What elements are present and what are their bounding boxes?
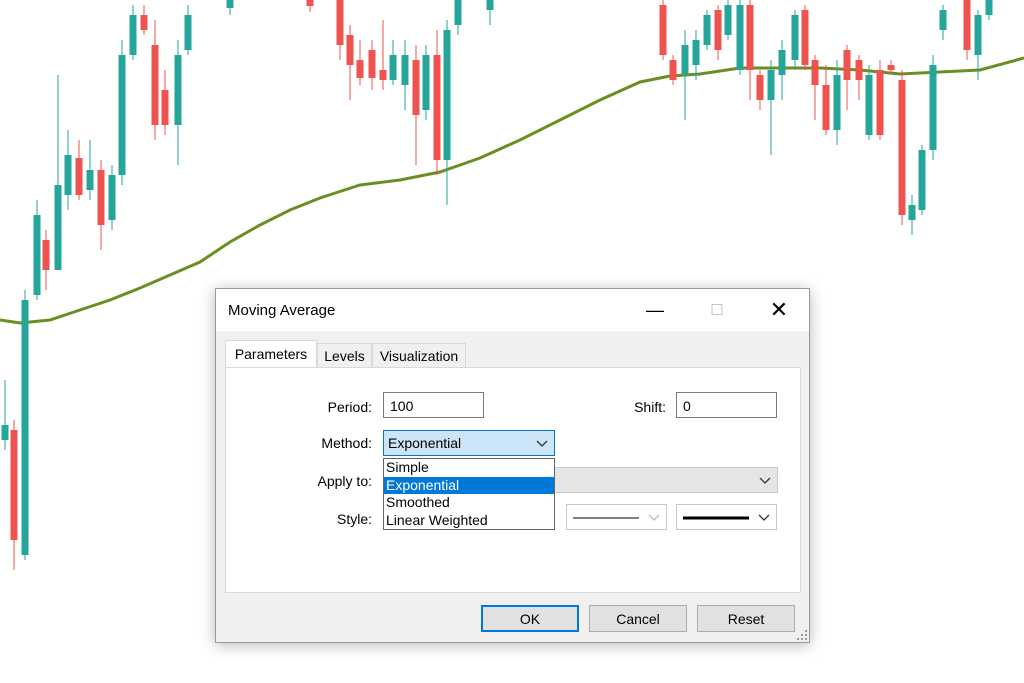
candlestick xyxy=(54,75,62,270)
method-label: Method: xyxy=(321,435,372,451)
candlestick xyxy=(161,70,169,135)
chevron-down-icon xyxy=(648,514,660,521)
candlestick xyxy=(368,40,376,90)
candlestick xyxy=(963,0,971,60)
candlestick xyxy=(151,20,159,140)
method-selected-value: Exponential xyxy=(388,435,462,451)
candlestick xyxy=(10,420,18,570)
candlestick xyxy=(33,200,41,300)
style-label: Style: xyxy=(336,511,372,527)
candlestick xyxy=(669,55,677,85)
candlestick xyxy=(746,0,754,100)
candlestick xyxy=(791,10,799,70)
candlestick xyxy=(1,380,9,450)
candlestick xyxy=(75,140,83,200)
line-width-sample-icon xyxy=(683,516,749,520)
candlestick xyxy=(21,290,29,560)
candlestick xyxy=(412,45,420,165)
candlestick xyxy=(908,195,916,235)
method-option-simple[interactable]: Simple xyxy=(384,459,554,477)
candlestick xyxy=(226,0,234,15)
candlestick xyxy=(486,0,494,25)
candlestick xyxy=(108,165,116,230)
candlestick xyxy=(703,10,711,50)
method-select[interactable]: Exponential xyxy=(383,430,555,456)
candlestick xyxy=(42,230,50,290)
line-type-sample-icon xyxy=(573,517,639,519)
style-line-type-select[interactable] xyxy=(566,504,667,530)
method-option-exponential[interactable]: Exponential xyxy=(384,476,554,494)
ok-button[interactable]: OK xyxy=(481,605,579,632)
candlestick xyxy=(918,145,926,215)
candlestick xyxy=(86,140,94,200)
candlestick xyxy=(356,40,364,85)
tab-parameters[interactable]: Parameters xyxy=(225,340,317,367)
candlestick xyxy=(443,20,451,205)
candlestick xyxy=(174,40,182,165)
candlestick xyxy=(767,60,775,155)
candlestick xyxy=(833,60,841,145)
candlestick xyxy=(714,5,722,60)
candlestick xyxy=(898,70,906,225)
candlestick xyxy=(401,40,409,110)
method-dropdown-list: Simple Exponential Smoothed Linear Weigh… xyxy=(383,458,555,530)
moving-average-dialog: Moving Average — ☐ ✕ Parameters Levels V… xyxy=(215,288,810,643)
candlestick xyxy=(389,40,397,85)
chevron-down-icon xyxy=(759,477,771,484)
candlestick xyxy=(736,0,744,75)
close-button[interactable]: ✕ xyxy=(756,289,802,331)
candlestick xyxy=(939,5,947,40)
shift-label: Shift: xyxy=(634,399,666,415)
chevron-down-icon xyxy=(758,514,770,521)
candlestick xyxy=(336,0,344,60)
candlestick xyxy=(184,5,192,55)
candlestick xyxy=(379,20,387,90)
tab-visualization[interactable]: Visualization xyxy=(372,343,466,367)
reset-button[interactable]: Reset xyxy=(697,605,795,632)
apply-to-label: Apply to: xyxy=(317,473,372,489)
candlestick xyxy=(855,55,863,100)
period-input[interactable]: 100 xyxy=(383,392,484,418)
candlestick xyxy=(822,65,830,135)
candlestick xyxy=(985,0,993,20)
candlestick xyxy=(801,5,809,70)
candlestick xyxy=(692,30,700,80)
dialog-title: Moving Average xyxy=(228,302,336,319)
cancel-button[interactable]: Cancel xyxy=(589,605,687,632)
candlestick xyxy=(811,55,819,120)
maximize-button: ☐ xyxy=(710,302,724,319)
candlestick xyxy=(843,45,851,110)
candlestick xyxy=(681,30,689,120)
resize-grip-icon[interactable] xyxy=(797,630,807,640)
candlestick xyxy=(422,45,430,120)
title-bar[interactable]: Moving Average — ☐ ✕ xyxy=(216,289,809,331)
candlestick xyxy=(129,5,137,60)
method-option-linear-weighted[interactable]: Linear Weighted xyxy=(384,512,554,530)
tab-levels[interactable]: Levels xyxy=(317,343,372,367)
candlestick xyxy=(433,30,441,175)
candlestick xyxy=(454,0,462,35)
candlestick xyxy=(306,0,314,12)
candlestick xyxy=(140,5,148,35)
period-label: Period: xyxy=(327,399,372,415)
chevron-down-icon xyxy=(536,440,548,447)
candlestick xyxy=(346,25,354,100)
minimize-button[interactable]: — xyxy=(632,289,678,331)
candlestick xyxy=(865,65,873,140)
candlestick xyxy=(756,70,764,110)
candlestick xyxy=(118,40,126,185)
candlestick xyxy=(929,55,937,160)
candlestick xyxy=(97,160,105,250)
candlestick xyxy=(64,130,72,210)
method-option-smoothed[interactable]: Smoothed xyxy=(384,494,554,512)
style-line-width-select[interactable] xyxy=(676,504,777,530)
shift-input[interactable]: 0 xyxy=(676,392,777,418)
candlestick xyxy=(876,60,884,140)
candlestick xyxy=(659,0,667,60)
candlestick xyxy=(724,0,732,40)
candlestick xyxy=(778,40,786,100)
